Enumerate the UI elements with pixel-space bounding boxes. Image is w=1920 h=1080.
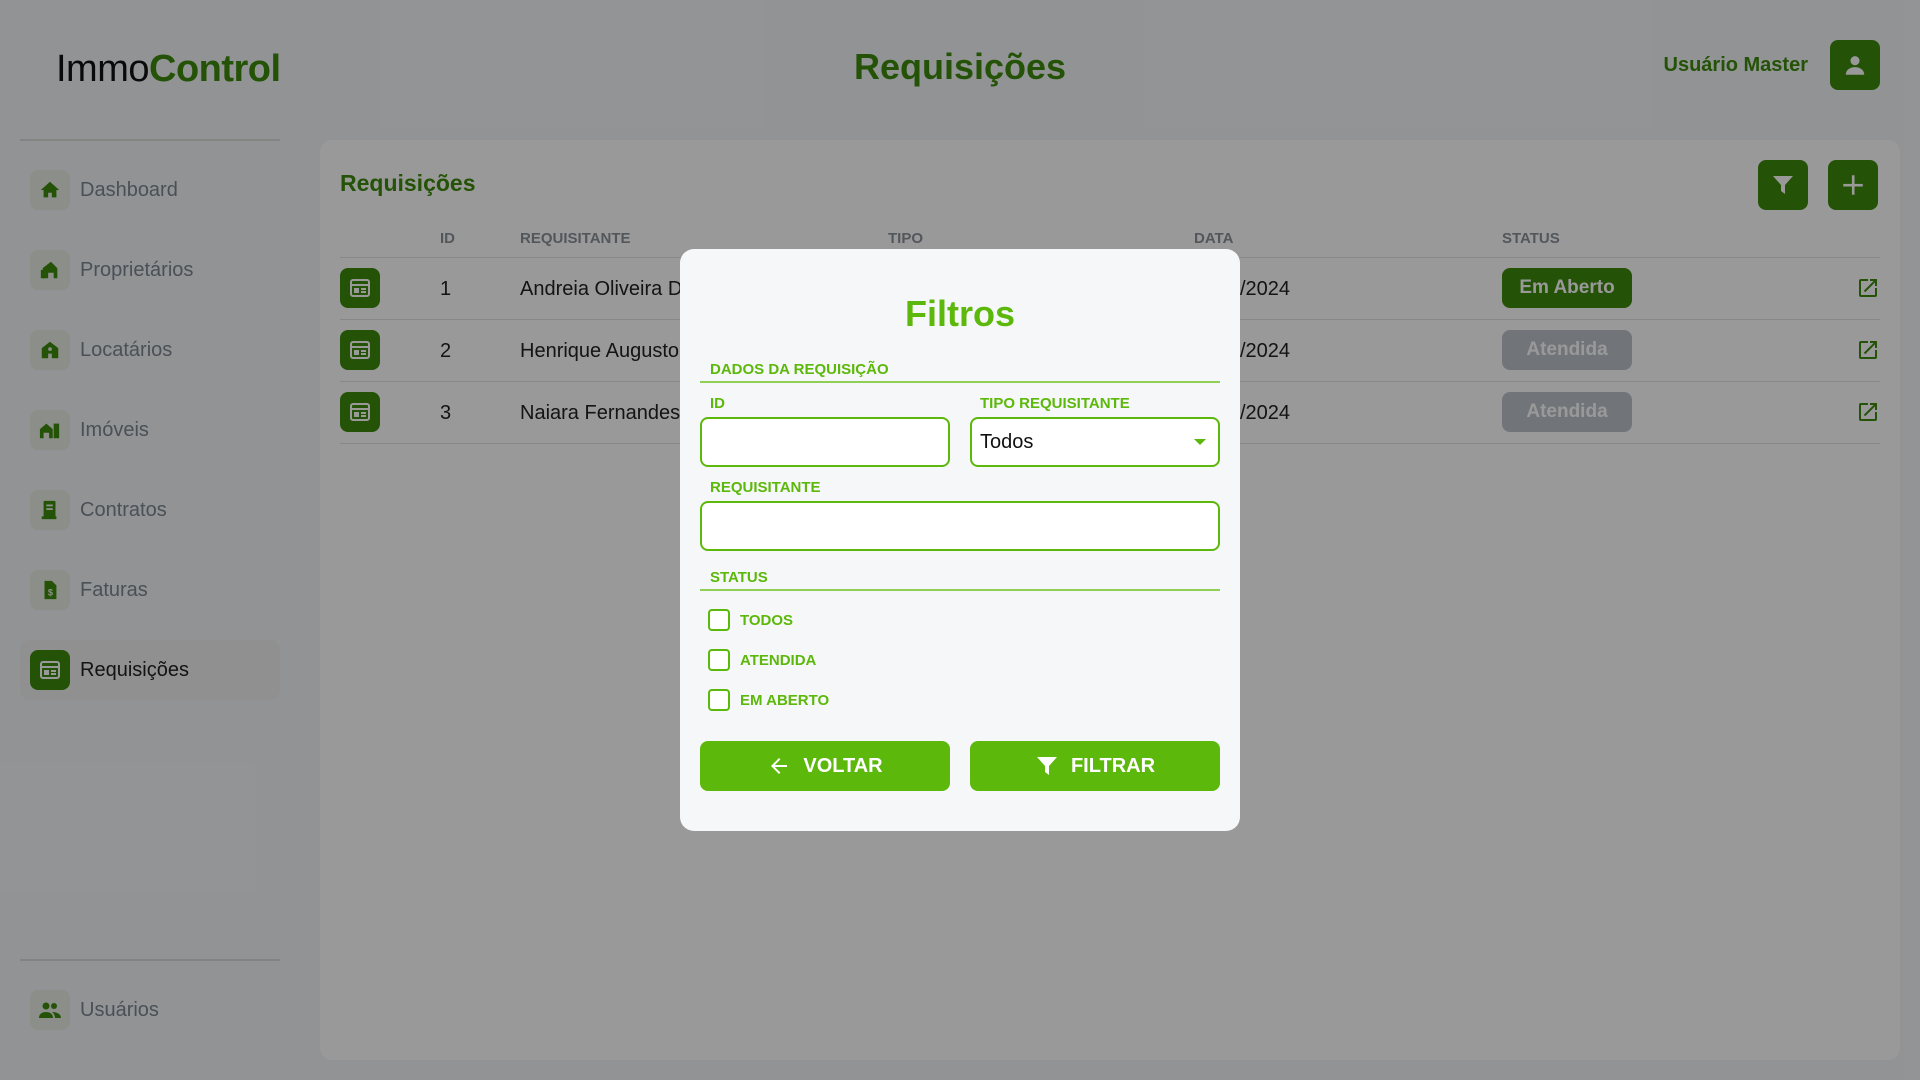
checkbox[interactable] (708, 649, 730, 671)
checkbox-label: TODOS (740, 611, 794, 629)
id-input[interactable] (700, 417, 950, 467)
status-checkbox-em-aberto[interactable]: EM ABERTO (708, 689, 829, 711)
requester-type-select[interactable]: Todos (970, 417, 1220, 467)
section-label-status: STATUS (710, 569, 768, 586)
requester-type-value: Todos (980, 430, 1034, 453)
chevron-down-icon (1194, 439, 1206, 445)
filter-icon (1036, 757, 1057, 775)
status-checkbox-atendida[interactable]: ATENDIDA (708, 649, 816, 671)
status-checkbox-todos[interactable]: TODOS (708, 609, 793, 631)
checkbox-label: ATENDIDA (740, 651, 817, 669)
filter-modal: Filtros DADOS DA REQUISIÇÃO ID TIPO REQU… (680, 249, 1240, 831)
apply-filter-label: FILTRAR (1070, 754, 1156, 777)
modal-title: Filtros (904, 293, 1015, 334)
section-divider (700, 381, 1220, 383)
arrow-left-icon (771, 758, 788, 774)
apply-filter-button[interactable]: FILTRAR (970, 741, 1220, 791)
checkbox[interactable] (708, 689, 730, 711)
back-button[interactable]: VOLTAR (700, 741, 950, 791)
requester-input[interactable] (700, 501, 1220, 551)
requester-label: REQUISITANTE (710, 479, 821, 496)
checkbox[interactable] (708, 609, 730, 631)
section-label-request-data: DADOS DA REQUISIÇÃO (710, 361, 889, 378)
back-button-label: VOLTAR (803, 754, 883, 777)
section-divider (700, 589, 1220, 591)
id-label: ID (710, 395, 725, 412)
checkbox-label: EM ABERTO (740, 691, 830, 709)
requester-type-label: TIPO REQUISITANTE (980, 395, 1130, 412)
